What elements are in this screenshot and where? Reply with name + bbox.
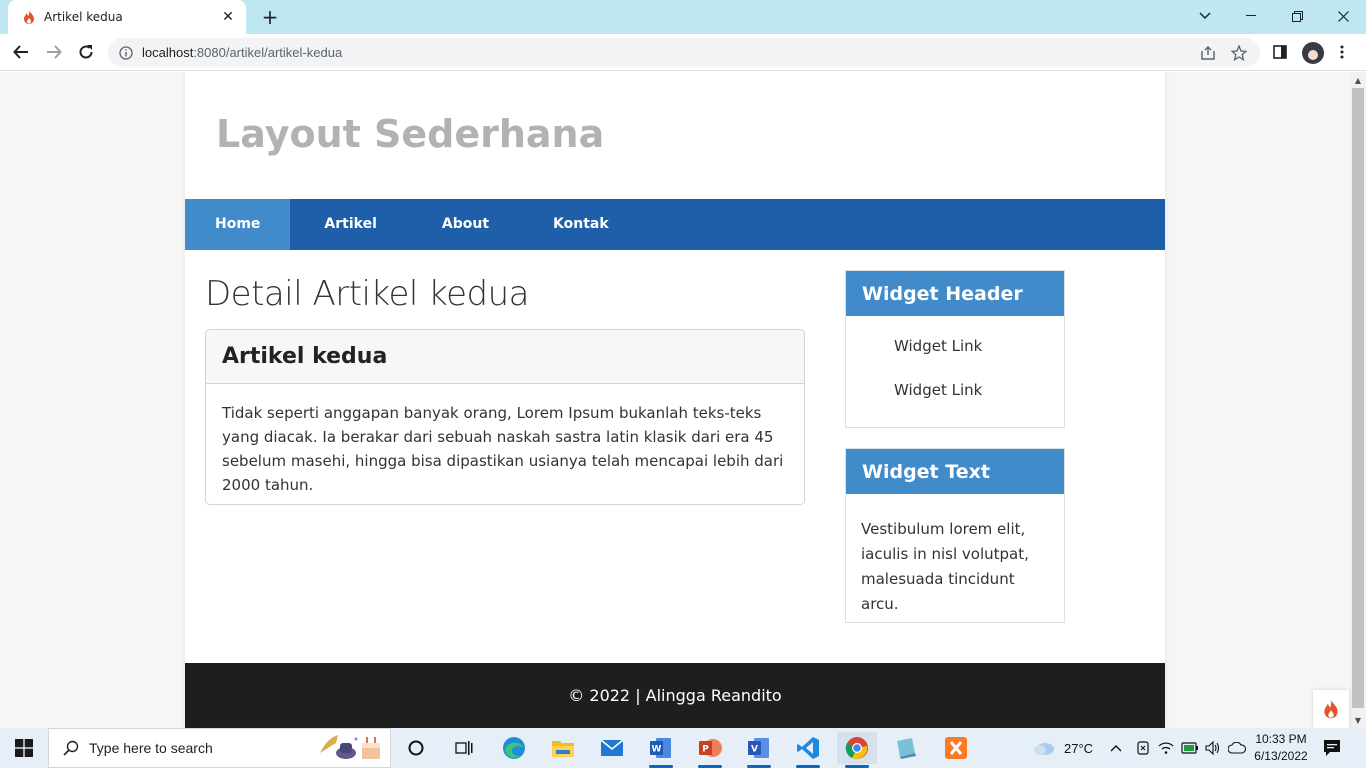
back-arrow-icon[interactable]	[7, 38, 35, 66]
weather-widget[interactable]: 27°C	[1032, 728, 1093, 768]
browser-tab-bar: Artikel kedua ✕ +	[0, 0, 1366, 34]
widget-link-list: Widget Link Widget Link	[846, 316, 1064, 424]
main-content: Detail Artikel kedua Artikel kedua Tidak…	[205, 270, 805, 505]
taskbar-clock[interactable]: 10:33 PM 6/13/2022	[1250, 731, 1312, 765]
url-host: localhost	[142, 45, 194, 60]
profile-avatar[interactable]	[1302, 42, 1324, 64]
menu-kebab-icon[interactable]	[1330, 38, 1354, 66]
article-card-header: Artikel kedua	[206, 330, 804, 384]
search-placeholder: Type here to search	[89, 740, 213, 756]
close-window-icon[interactable]	[1320, 0, 1366, 32]
cloud-weather-icon	[1034, 743, 1054, 755]
site-title: Layout Sederhana	[216, 111, 605, 156]
share-icon[interactable]	[1197, 42, 1219, 64]
article-title: Artikel kedua	[222, 344, 388, 369]
flame-favicon-icon	[22, 10, 36, 24]
widget-text: Widget Text Vestibulum lorem elit, iacul…	[845, 448, 1065, 623]
footer-text: © 2022 | Alingga Reandito	[568, 686, 782, 705]
restore-icon[interactable]	[1274, 0, 1320, 32]
powerpoint-icon[interactable]: P	[690, 732, 730, 768]
notification-icon[interactable]	[1322, 728, 1342, 768]
site-info-icon[interactable]	[119, 45, 133, 60]
page-heading: Detail Artikel kedua	[205, 274, 530, 314]
widget-link[interactable]: Widget Link	[846, 376, 1064, 420]
widget-text-body: Vestibulum lorem elit, iaculis in nisl v…	[861, 520, 1029, 613]
forward-arrow-icon[interactable]	[40, 38, 68, 66]
svg-text:W: W	[652, 745, 662, 755]
tab-title: Artikel kedua	[44, 10, 123, 24]
page-scrollbar[interactable]: ▲ ▼	[1350, 72, 1366, 728]
xampp-icon[interactable]	[936, 732, 976, 764]
tab-close-icon[interactable]: ✕	[218, 7, 238, 27]
svg-text:V: V	[751, 745, 758, 755]
main-nav: Home Artikel About Kontak	[185, 199, 1165, 250]
new-tab-icon[interactable]: +	[258, 5, 282, 29]
browser-toolbar: localhost:8080/artikel/artikel-kedua	[0, 34, 1366, 71]
file-explorer-icon[interactable]	[543, 732, 583, 764]
flame-icon	[1324, 699, 1338, 719]
clock-time: 10:33 PM	[1255, 732, 1307, 746]
notes-app-icon[interactable]	[886, 732, 926, 764]
floating-flame-button[interactable]	[1313, 690, 1349, 728]
tray-chevron-up-icon[interactable]	[1109, 728, 1123, 768]
windows-start-icon[interactable]	[0, 728, 48, 768]
minimize-icon[interactable]	[1228, 0, 1274, 32]
battery-icon[interactable]	[1181, 728, 1199, 768]
bookmark-star-icon[interactable]	[1228, 42, 1250, 64]
cortana-icon[interactable]	[396, 732, 436, 764]
windows-taskbar: Type here to search W P V 27°C 10:33 PM …	[0, 728, 1366, 768]
widget-link[interactable]: Widget Link	[846, 332, 1064, 376]
mail-icon[interactable]	[592, 732, 632, 764]
tab-search-icon[interactable]	[1182, 0, 1228, 32]
nav-home[interactable]: Home	[185, 199, 291, 250]
page-viewport: Layout Sederhana Home Artikel About Kont…	[0, 72, 1350, 728]
word-icon[interactable]: W	[641, 732, 681, 768]
widget-header-title: Widget Header	[846, 271, 1064, 316]
edge-browser-icon[interactable]	[494, 732, 534, 764]
url-path: :8080/artikel/artikel-kedua	[193, 45, 343, 60]
chrome-icon[interactable]	[837, 732, 877, 768]
site-header: Layout Sederhana	[185, 72, 1165, 199]
visio-icon[interactable]: V	[739, 732, 779, 768]
nav-about[interactable]: About	[411, 199, 520, 250]
nav-artikel[interactable]: Artikel	[290, 199, 410, 250]
reload-icon[interactable]	[72, 38, 100, 66]
avatar-face-icon	[1308, 50, 1318, 60]
page-container: Layout Sederhana Home Artikel About Kont…	[185, 72, 1165, 728]
clock-date: 6/13/2022	[1254, 749, 1308, 763]
wifi-icon[interactable]	[1158, 728, 1174, 768]
article-card: Artikel kedua Tidak seperti anggapan ban…	[205, 329, 805, 505]
search-icon	[63, 740, 79, 756]
nav-kontak[interactable]: Kontak	[520, 199, 641, 250]
vscode-icon[interactable]	[788, 732, 828, 768]
site-footer: © 2022 | Alingga Reandito	[185, 663, 1165, 728]
address-bar[interactable]: localhost:8080/artikel/artikel-kedua	[108, 38, 1260, 67]
widget-text-title: Widget Text	[846, 449, 1064, 494]
network-cloud-icon[interactable]	[1228, 728, 1246, 768]
taskbar-search-box[interactable]: Type here to search	[48, 728, 391, 768]
scroll-down-icon[interactable]: ▼	[1350, 712, 1366, 728]
search-highlight-art-icon	[320, 735, 380, 759]
browser-tab[interactable]: Artikel kedua ✕	[8, 0, 246, 34]
temperature-text: 27°C	[1064, 740, 1094, 756]
volume-icon[interactable]	[1205, 728, 1221, 768]
side-panel-icon[interactable]	[1268, 38, 1292, 66]
scroll-up-icon[interactable]: ▲	[1350, 72, 1366, 88]
svg-text:P: P	[702, 745, 709, 755]
onedrive-icon[interactable]	[1135, 728, 1151, 768]
article-body: Tidak seperti anggapan banyak orang, Lor…	[222, 404, 784, 494]
scrollbar-thumb[interactable]	[1352, 88, 1364, 708]
widget-links: Widget Header Widget Link Widget Link	[845, 270, 1065, 428]
task-view-icon[interactable]	[444, 732, 484, 764]
url-text: localhost:8080/artikel/artikel-kedua	[142, 45, 342, 60]
